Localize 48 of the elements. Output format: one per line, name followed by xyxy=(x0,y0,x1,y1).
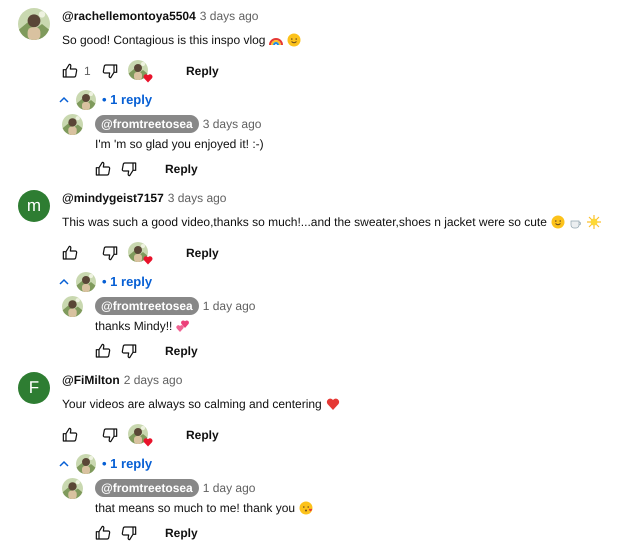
thumbs-up-icon[interactable] xyxy=(95,525,111,541)
thumbs-down-icon[interactable] xyxy=(121,525,137,541)
comment-time[interactable]: 2 days ago xyxy=(124,371,182,389)
replies-toggle[interactable]: • 1 reply xyxy=(58,90,152,110)
comment-text: that means so much to me! thank you xyxy=(95,500,296,517)
comment-time[interactable]: 3 days ago xyxy=(202,115,262,133)
comment-text: Your videos are always so calming and centering xyxy=(62,396,322,413)
heart-icon xyxy=(326,397,340,411)
smiley-icon xyxy=(550,215,565,229)
reply-button[interactable]: Reply xyxy=(178,422,227,448)
avatar[interactable]: m xyxy=(18,190,50,222)
thumbs-up-icon[interactable] xyxy=(62,245,78,261)
creator-name-badge[interactable]: @fromtreetosea xyxy=(95,115,199,133)
comment-time[interactable]: 1 day ago xyxy=(202,297,256,315)
author-name[interactable]: @rachellemontoya5504 xyxy=(62,7,196,25)
creator-name-badge[interactable]: @fromtreetosea xyxy=(95,479,199,497)
author-name[interactable]: @FiMilton xyxy=(62,371,120,389)
thumbs-down-icon[interactable] xyxy=(121,343,137,359)
thumbs-up-icon[interactable] xyxy=(62,427,78,443)
avatar[interactable]: F xyxy=(18,372,50,404)
reply-button[interactable]: Reply xyxy=(178,58,227,84)
thumbs-up-icon[interactable] xyxy=(95,161,111,177)
thumbs-down-icon[interactable] xyxy=(102,63,118,79)
replies-toggle[interactable]: • 1 reply xyxy=(58,272,152,292)
replies-toggle[interactable]: • 1 reply xyxy=(58,454,152,474)
thumbs-down-icon[interactable] xyxy=(102,245,118,261)
comment-time[interactable]: 3 days ago xyxy=(168,189,226,207)
like-count: 1 xyxy=(84,63,92,80)
thumbs-down-icon[interactable] xyxy=(102,427,118,443)
reply-button[interactable]: Reply xyxy=(157,338,206,364)
smiley-icon xyxy=(287,33,302,47)
thumbs-up-icon[interactable] xyxy=(62,63,78,79)
comment-text: So good! Contagious is this inspo vlog xyxy=(62,32,266,49)
author-name[interactable]: @mindygeist7157 xyxy=(62,189,164,207)
comment-time[interactable]: 3 days ago xyxy=(200,7,258,25)
reply-button[interactable]: Reply xyxy=(157,156,206,182)
reply-button[interactable]: Reply xyxy=(178,240,227,266)
smiley-icon xyxy=(299,501,314,515)
comment-text: I'm 'm so glad you enjoyed it! :-) xyxy=(95,136,264,153)
hearts-icon xyxy=(176,319,190,333)
sun-icon xyxy=(586,215,601,229)
reply-button[interactable]: Reply xyxy=(157,520,206,546)
comment-text: thanks Mindy!! xyxy=(95,318,172,335)
comment-text: This was such a good video,thanks so much!...and the sweater,shoes n jacket were so cute xyxy=(62,214,547,231)
creator-name-badge[interactable]: @fromtreetosea xyxy=(95,297,199,315)
thumbs-down-icon[interactable] xyxy=(121,161,137,177)
comment-time[interactable]: 1 day ago xyxy=(202,479,256,497)
thumbs-up-icon[interactable] xyxy=(95,343,111,359)
